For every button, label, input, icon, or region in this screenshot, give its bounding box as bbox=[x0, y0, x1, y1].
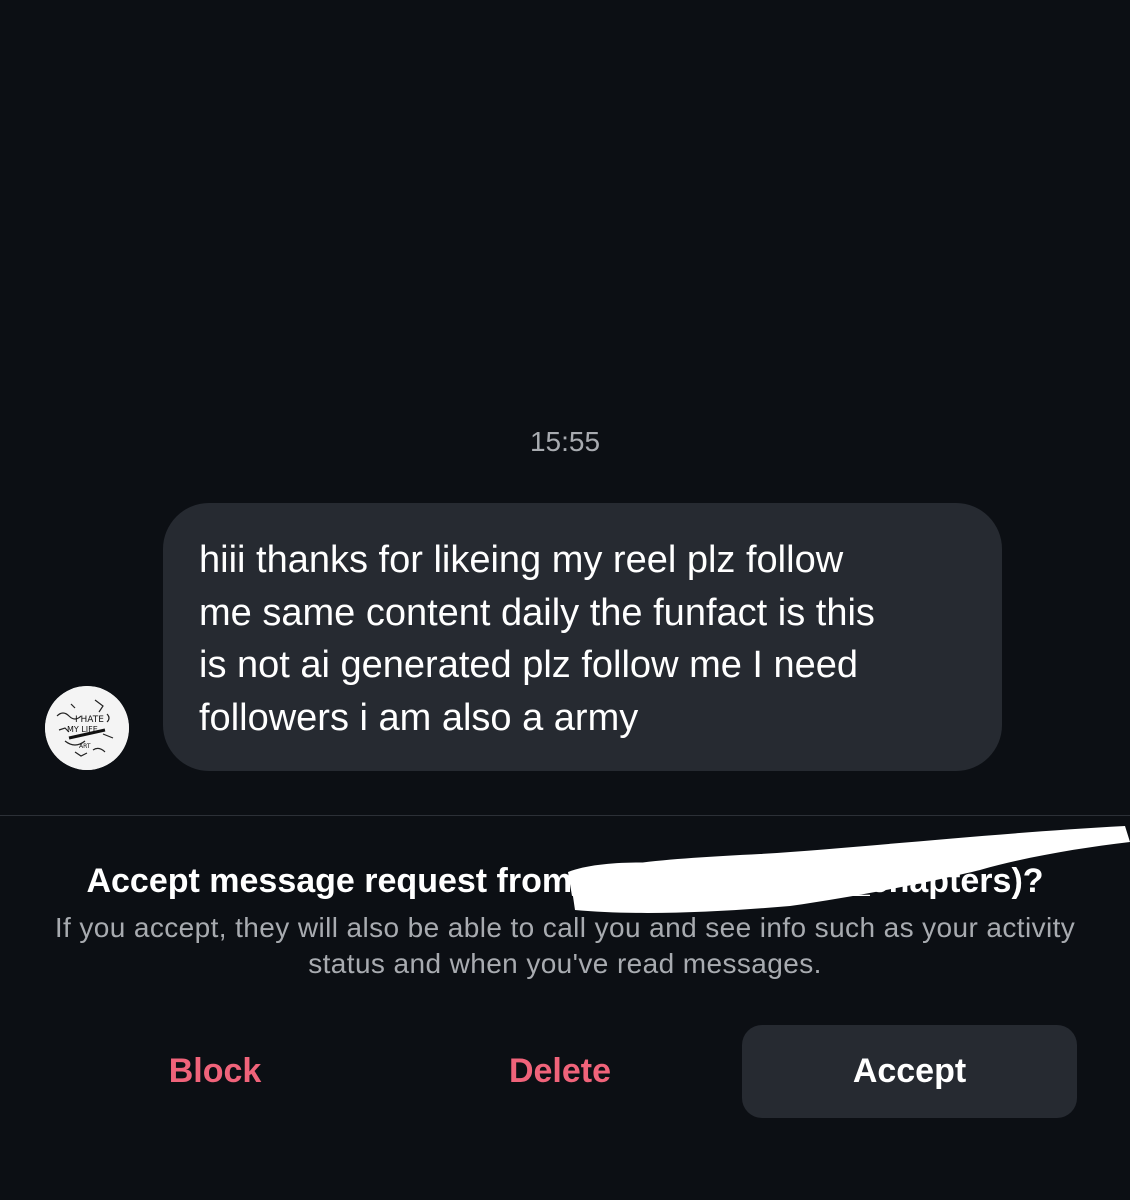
message-line: hiii thanks for likeing my reel plz foll… bbox=[199, 539, 844, 581]
action-bar: Block Delete Accept bbox=[0, 1025, 1130, 1118]
divider bbox=[0, 815, 1130, 816]
profile-picture-icon: I HATE MY LIFE ART bbox=[45, 686, 129, 770]
message-request-screen: 15:55 I HATE MY LIFE ART hiii thanks for… bbox=[0, 0, 1130, 1200]
message-line: me same content daily the funfact is thi… bbox=[199, 591, 875, 634]
request-title-username: (...ge_and_chapters)? bbox=[692, 862, 1044, 900]
request-title: Accept message request from (...ge_and_ch… bbox=[0, 862, 1130, 901]
svg-text:ART: ART bbox=[79, 743, 91, 750]
sender-avatar[interactable]: I HATE MY LIFE ART bbox=[45, 686, 129, 770]
message-row: I HATE MY LIFE ART hiii thanks for likei… bbox=[0, 503, 1130, 771]
request-description: If you accept, they will also be able to… bbox=[54, 912, 1076, 979]
message-timestamp: 15:55 bbox=[529, 426, 601, 457]
accept-button[interactable]: Accept bbox=[742, 1025, 1077, 1118]
delete-button[interactable]: Delete bbox=[400, 1025, 720, 1118]
request-title-text: Accept message request from bbox=[86, 862, 573, 900]
message-line: is not ai generated plz follow me I need bbox=[199, 644, 859, 686]
message-bubble[interactable]: hiii thanks for likeing my reel plz foll… bbox=[163, 503, 1002, 771]
message-line: followers i am also a army bbox=[199, 696, 639, 739]
svg-text:I HATE: I HATE bbox=[75, 715, 104, 725]
block-button[interactable]: Block bbox=[55, 1025, 375, 1118]
